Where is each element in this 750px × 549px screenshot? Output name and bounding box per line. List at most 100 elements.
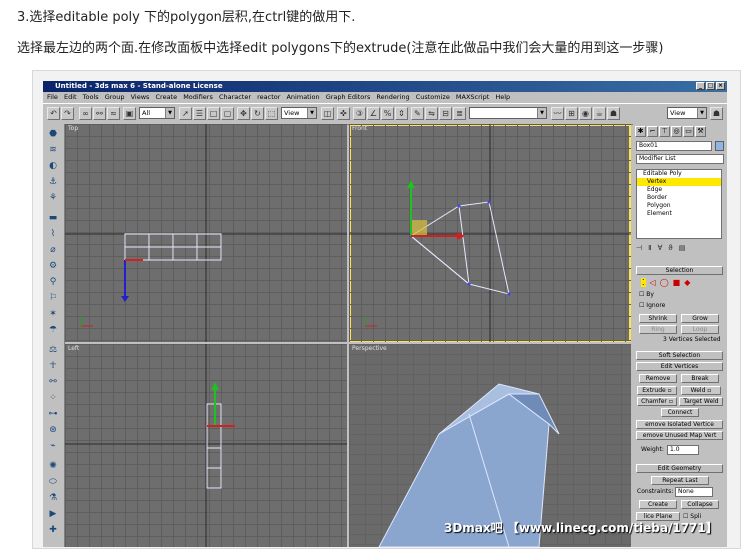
toy-car-icon[interactable]: ⚐ bbox=[47, 292, 59, 304]
repeat-last-button[interactable]: Repeat Last bbox=[651, 476, 709, 485]
selection-filter-icon[interactable]: ▣ bbox=[123, 107, 136, 120]
soft-body-icon[interactable]: ◐ bbox=[47, 160, 59, 172]
pivot-icon[interactable]: ◫ bbox=[321, 107, 334, 120]
menu-tools[interactable]: Tools bbox=[83, 93, 99, 101]
menu-reactor[interactable]: reactor bbox=[257, 93, 280, 101]
snap-3d-icon[interactable]: ③ bbox=[353, 107, 366, 120]
spring-icon[interactable]: ⌇ bbox=[47, 228, 59, 240]
cloth-icon[interactable]: ≋ bbox=[47, 144, 59, 156]
menu-character[interactable]: Character bbox=[219, 93, 251, 101]
named-selection-combo[interactable]: ▼ bbox=[469, 107, 547, 119]
render-scene-icon[interactable]: ☕ bbox=[593, 107, 606, 120]
menu-file[interactable]: File bbox=[47, 93, 58, 101]
viewport-left[interactable]: Left bbox=[65, 344, 347, 547]
rope-icon[interactable]: ⚓ bbox=[47, 176, 59, 188]
object-color-swatch[interactable] bbox=[715, 141, 724, 151]
ragdoll-icon[interactable]: ☥ bbox=[47, 360, 59, 372]
remove-modifier-icon[interactable]: ϑ bbox=[668, 244, 672, 254]
stack-item-border[interactable]: Border bbox=[637, 194, 721, 202]
utilities-tab-icon[interactable]: ⚒ bbox=[695, 126, 706, 137]
ring-button[interactable]: Ring bbox=[639, 325, 677, 334]
quick-render-icon[interactable]: ☗ bbox=[607, 107, 620, 120]
element-mode-icon[interactable]: ◆ bbox=[684, 278, 690, 287]
angle-snap-icon[interactable]: ∠ bbox=[367, 107, 380, 120]
window-crossing-icon[interactable]: ▢ bbox=[221, 107, 234, 120]
select-manipulate-icon[interactable]: ✜ bbox=[337, 107, 350, 120]
menu-group[interactable]: Group bbox=[105, 93, 125, 101]
menu-help[interactable]: Help bbox=[495, 93, 510, 101]
bind-space-warp-icon[interactable]: ≈ bbox=[107, 107, 120, 120]
viewport-perspective[interactable]: Perspective bbox=[349, 344, 631, 547]
menu-graph-editors[interactable]: Graph Editors bbox=[326, 93, 371, 101]
polygon-mode-icon[interactable]: ■ bbox=[673, 278, 681, 287]
menu-maxscript[interactable]: MAXScript bbox=[456, 93, 489, 101]
convexity-test-icon[interactable]: ⬭ bbox=[47, 476, 59, 488]
modifier-list-combo[interactable]: Modifier List bbox=[636, 154, 724, 164]
remove-isolated-vertices-button[interactable]: emove Isolated Vertice bbox=[636, 420, 723, 429]
extrude-button[interactable]: Extrude ▫ bbox=[637, 386, 677, 395]
menu-customize[interactable]: Customize bbox=[416, 93, 450, 101]
edge-mode-icon[interactable]: ◁ bbox=[650, 278, 656, 287]
menu-views[interactable]: Views bbox=[131, 93, 150, 101]
target-weld-button[interactable]: Target Weld bbox=[679, 397, 723, 406]
pin-stack-icon[interactable]: ⊣ bbox=[636, 244, 642, 254]
link-icon[interactable]: ∞ bbox=[79, 107, 92, 120]
selection-filter-combo[interactable]: All ▼ bbox=[139, 107, 175, 119]
fracture-util-icon[interactable]: ✺ bbox=[47, 460, 59, 472]
stack-root-editable-poly[interactable]: Editable Poly bbox=[637, 170, 721, 178]
deforming-mesh-icon[interactable]: ⚘ bbox=[47, 192, 59, 204]
maximize-button[interactable]: □ bbox=[706, 82, 715, 90]
fracture-icon[interactable]: ✶ bbox=[47, 308, 59, 320]
selection-rollout-header[interactable]: Selection bbox=[636, 266, 723, 275]
create-animation-icon[interactable]: ✚ bbox=[47, 524, 59, 536]
render-type-combo[interactable]: View ▼ bbox=[667, 107, 707, 119]
unlink-icon[interactable]: ⚯ bbox=[93, 107, 106, 120]
edit-vertices-rollout-header[interactable]: Edit Vertices bbox=[636, 362, 723, 371]
layer-manager-icon[interactable]: ≣ bbox=[453, 107, 466, 120]
motion-tab-icon[interactable]: ◎ bbox=[671, 126, 682, 137]
menu-modifiers[interactable]: Modifiers bbox=[183, 93, 213, 101]
edit-geometry-rollout-header[interactable]: Edit Geometry bbox=[636, 464, 723, 473]
modify-tab-icon[interactable]: ⌐ bbox=[647, 126, 658, 137]
show-end-result-icon[interactable]: Ⅱ bbox=[648, 244, 651, 254]
region-select-icon[interactable]: □ bbox=[207, 107, 220, 120]
select-by-name-icon[interactable]: ☰ bbox=[193, 107, 206, 120]
stack-item-vertex[interactable]: Vertex bbox=[637, 178, 721, 186]
hinge-icon[interactable]: ⚯ bbox=[47, 376, 59, 388]
percent-snap-icon[interactable]: % bbox=[381, 107, 394, 120]
wind-icon[interactable]: ⚲ bbox=[47, 276, 59, 288]
grow-button[interactable]: Grow bbox=[681, 314, 719, 323]
water-icon[interactable]: ☂ bbox=[47, 324, 59, 336]
stack-item-polygon[interactable]: Polygon bbox=[637, 202, 721, 210]
vertex-mode-icon[interactable]: ⁚ bbox=[641, 278, 646, 287]
scale-icon[interactable]: ⬚ bbox=[265, 107, 278, 120]
mirror-icon[interactable]: ⇋ bbox=[425, 107, 438, 120]
connect-button[interactable]: Connect bbox=[661, 408, 699, 417]
spinner-snap-icon[interactable]: ⇕ bbox=[395, 107, 408, 120]
stack-item-edge[interactable]: Edge bbox=[637, 186, 721, 194]
border-mode-icon[interactable]: ◯ bbox=[660, 278, 669, 287]
point-path-icon[interactable]: ⌁ bbox=[47, 440, 59, 452]
select-object-icon[interactable]: ➚ bbox=[179, 107, 192, 120]
prismatic-icon[interactable]: ⊶ bbox=[47, 408, 59, 420]
weight-spinner[interactable]: 1.0 bbox=[667, 445, 699, 455]
align-icon[interactable]: ⊟ bbox=[439, 107, 452, 120]
render-last-icon[interactable]: ☗ bbox=[710, 107, 723, 120]
schematic-view-icon[interactable]: ⊞ bbox=[565, 107, 578, 120]
by-checkbox[interactable]: ☐ By bbox=[639, 291, 654, 298]
weld-button[interactable]: Weld ▫ bbox=[681, 386, 721, 395]
curve-editor-icon[interactable]: 〰 bbox=[551, 107, 564, 120]
redo-icon[interactable]: ↷ bbox=[61, 107, 74, 120]
motor-icon[interactable]: ⚙ bbox=[47, 260, 59, 272]
object-name-field[interactable]: Box01 bbox=[636, 141, 712, 151]
viewport-front[interactable]: Front bbox=[349, 124, 631, 342]
soft-selection-rollout-header[interactable]: Soft Selection bbox=[636, 351, 723, 360]
hierarchy-tab-icon[interactable]: ⊤ bbox=[659, 126, 670, 137]
menu-create[interactable]: Create bbox=[156, 93, 178, 101]
material-editor-icon[interactable]: ◉ bbox=[579, 107, 592, 120]
point-point-icon[interactable]: ⁘ bbox=[47, 392, 59, 404]
close-button[interactable]: × bbox=[716, 82, 725, 90]
viewport-top[interactable]: Top bbox=[65, 124, 347, 342]
remove-unused-map-verts-button[interactable]: emove Unused Map Vert bbox=[636, 431, 723, 440]
rigid-body-icon[interactable]: ⬣ bbox=[47, 128, 59, 140]
